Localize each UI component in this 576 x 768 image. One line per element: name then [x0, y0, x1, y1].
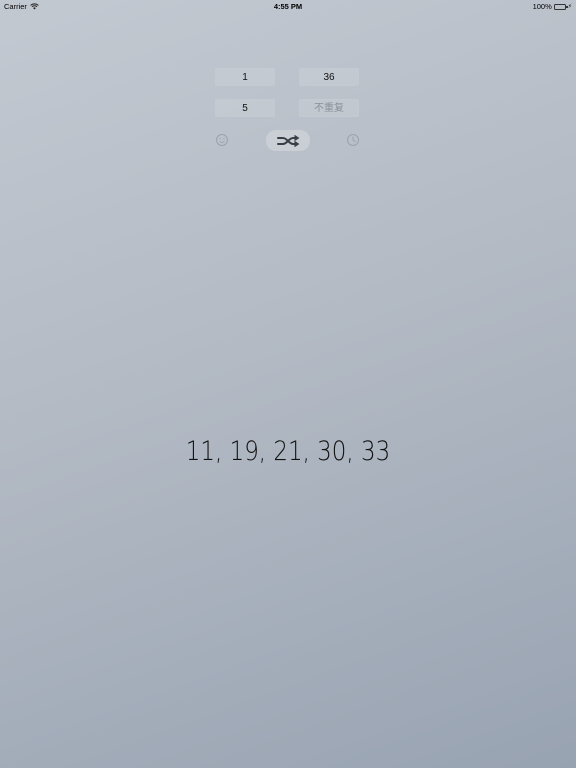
- charging-bolt-icon: ⚡: [567, 4, 572, 10]
- history-button[interactable]: [346, 133, 360, 147]
- shuffle-button[interactable]: [266, 130, 310, 151]
- count-field[interactable]: [215, 99, 275, 117]
- status-bar: Carrier 4:55 PM 100% ⚡: [0, 0, 576, 12]
- battery-icon: [553, 3, 568, 10]
- smile-button[interactable]: [215, 133, 229, 147]
- min-number-field[interactable]: [215, 68, 275, 86]
- clock-icon: [347, 134, 359, 146]
- status-time: 4:55 PM: [273, 2, 303, 11]
- battery-percent: 100%: [532, 2, 552, 11]
- no-repeat-field[interactable]: [299, 99, 359, 117]
- smile-icon: [216, 134, 228, 146]
- battery-group: 100% ⚡: [533, 2, 572, 11]
- max-number-field[interactable]: [299, 68, 359, 86]
- shuffle-icon: [277, 134, 300, 147]
- result-numbers: 11, 19, 21, 30, 33: [185, 436, 391, 467]
